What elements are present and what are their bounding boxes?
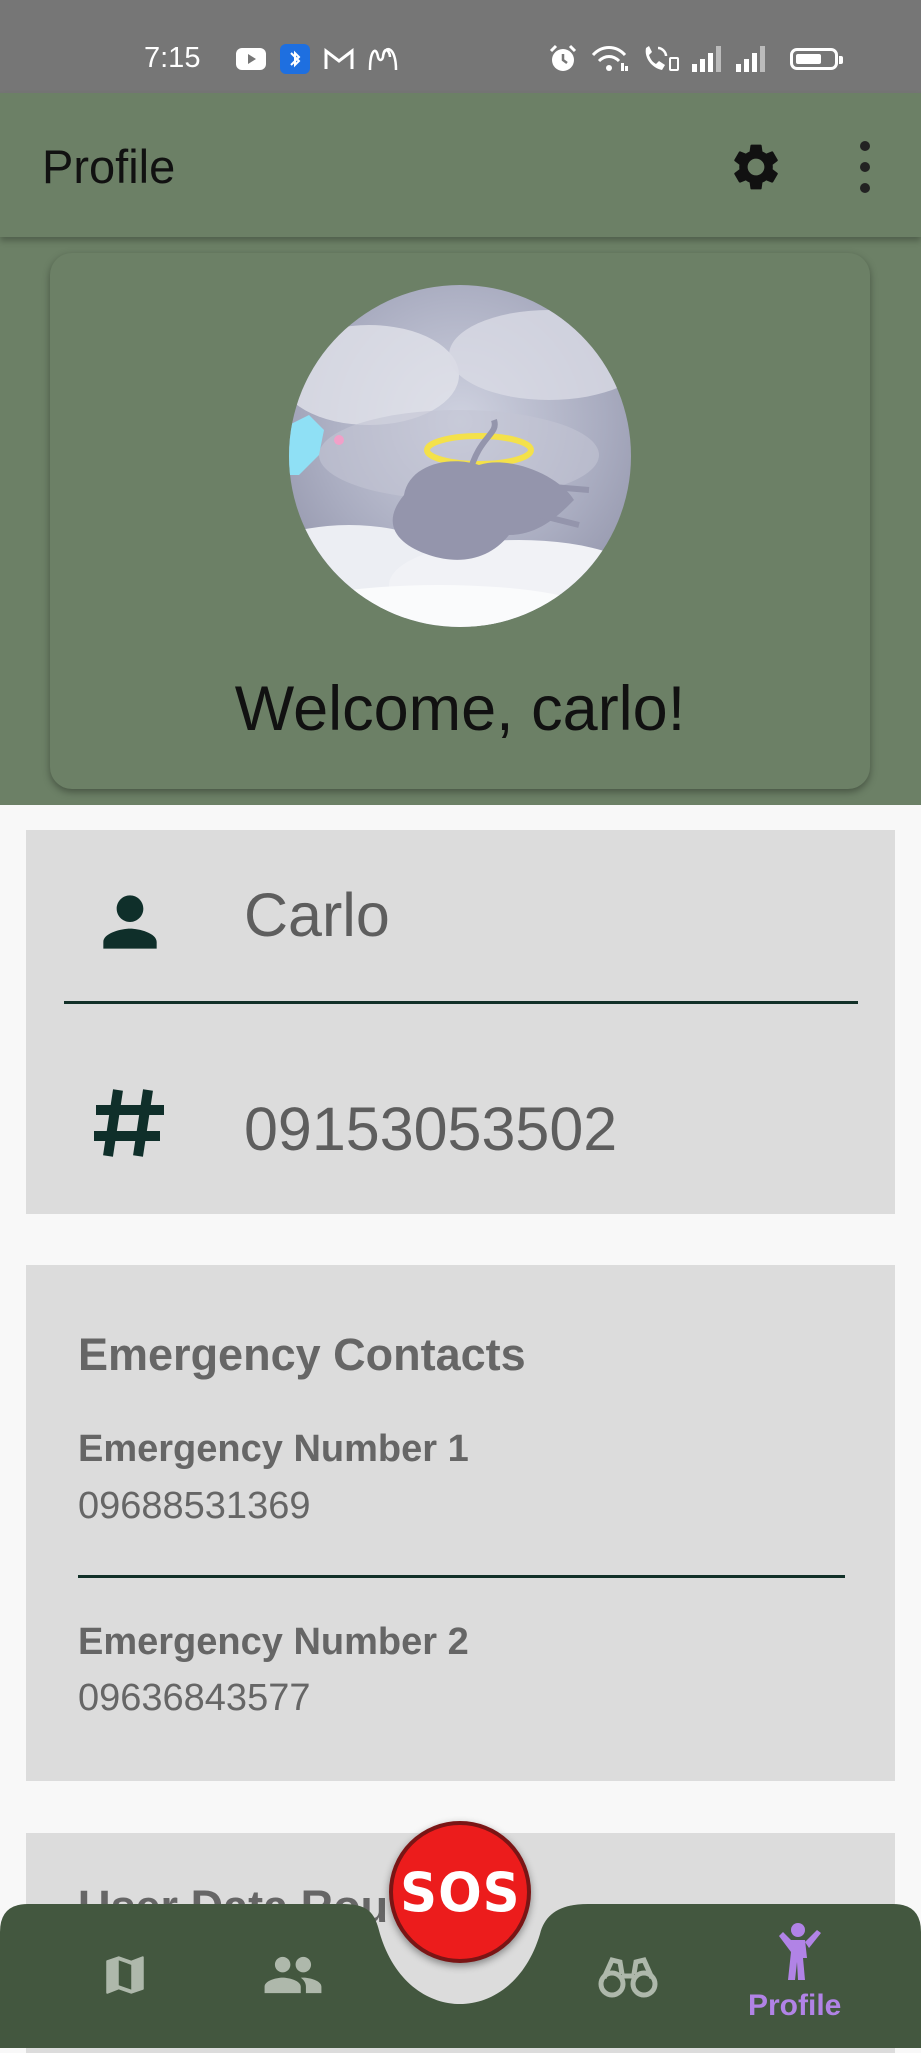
alarm-icon — [549, 44, 577, 71]
nav-contacts[interactable] — [262, 1948, 324, 2002]
page-title: Profile — [42, 140, 176, 193]
emergency-label-1: Emergency Number 1 — [78, 1428, 469, 1470]
emergency-label-2: Emergency Number 2 — [78, 1621, 469, 1663]
avatar-image — [289, 285, 631, 627]
sos-label: SOS — [399, 1860, 521, 1924]
youtube-icon — [236, 48, 266, 70]
mcdonalds-icon — [368, 47, 398, 71]
app-bar: Profile — [0, 93, 921, 237]
emergency-contacts-card: Emergency Contacts Emergency Number 1 09… — [26, 1265, 895, 1781]
wifi-icon — [591, 46, 628, 71]
wifi-calling-icon — [645, 46, 679, 71]
section-title: Emergency Contacts — [78, 1329, 526, 1380]
person-icon — [103, 895, 157, 949]
notification-icons — [236, 44, 398, 74]
more-vert-icon[interactable] — [845, 138, 885, 196]
people-icon — [264, 1956, 322, 1994]
user-phone: 09153053502 — [244, 1095, 618, 1163]
user-info-card: Carlo 09153053502 — [26, 830, 895, 1214]
divider — [64, 1001, 858, 1004]
sos-button[interactable]: SOS — [389, 1821, 531, 1963]
binoculars-icon — [598, 1957, 658, 1998]
avatar[interactable] — [289, 285, 631, 627]
nav-profile-label: Profile — [748, 1989, 842, 2022]
battery-icon — [790, 48, 843, 70]
status-bar: 7:15 — [0, 0, 921, 93]
signal-icon — [736, 46, 765, 72]
emergency-number-2: 09636843577 — [78, 1677, 311, 1719]
profile-card: Welcome, carlo! — [50, 253, 870, 789]
status-time: 7:15 — [144, 42, 201, 74]
welcome-message: Welcome, carlo! — [234, 674, 686, 744]
bluetooth-app-icon — [280, 44, 310, 74]
divider — [78, 1575, 845, 1578]
hash-icon — [94, 1089, 164, 1157]
signal-icon — [692, 46, 721, 72]
nav-map[interactable] — [100, 1950, 150, 2000]
nav-explore[interactable] — [598, 1952, 658, 2002]
gmail-icon — [324, 48, 354, 69]
nav-profile[interactable]: Profile — [740, 1922, 860, 2032]
system-icons — [548, 44, 843, 74]
gear-icon[interactable] — [728, 139, 784, 195]
map-icon — [106, 1956, 144, 1994]
user-name: Carlo — [244, 881, 390, 949]
person-walking-icon — [779, 1923, 821, 1980]
emergency-number-1: 09688531369 — [78, 1485, 311, 1527]
